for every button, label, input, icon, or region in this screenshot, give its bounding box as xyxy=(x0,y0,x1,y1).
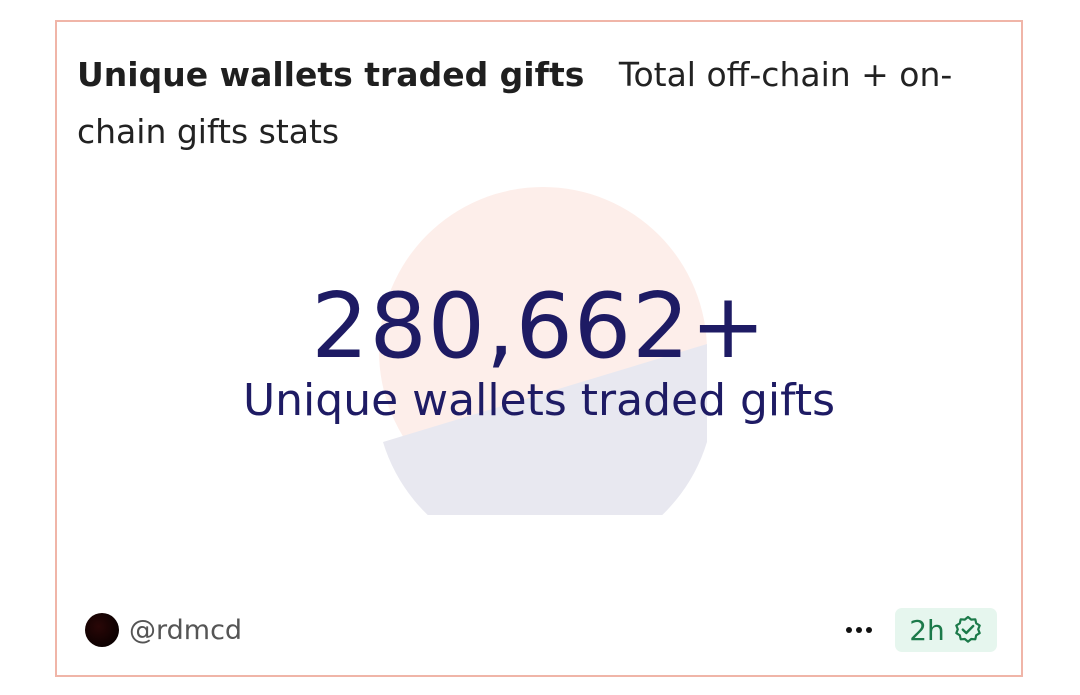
age-badge: 2h xyxy=(895,608,997,652)
author-info[interactable]: @rdmcd xyxy=(85,613,242,647)
more-options-button[interactable] xyxy=(843,616,877,644)
metric-value: 280,662+ xyxy=(311,274,767,379)
metric-label: Unique wallets traded gifts xyxy=(242,375,836,426)
age-badge-text: 2h xyxy=(909,613,945,647)
avatar[interactable] xyxy=(85,613,119,647)
more-horizontal-icon xyxy=(846,627,872,633)
metric-block: 280,662+ Unique wallets traded gifts xyxy=(57,277,1021,429)
author-handle[interactable]: @rdmcd xyxy=(129,615,242,646)
gift-stats-card: Unique wallets traded gifts Total off-ch… xyxy=(55,20,1023,677)
verified-check-icon xyxy=(954,615,981,643)
card-title: Unique wallets traded gifts xyxy=(77,55,585,94)
card-header: Unique wallets traded gifts Total off-ch… xyxy=(77,46,957,160)
